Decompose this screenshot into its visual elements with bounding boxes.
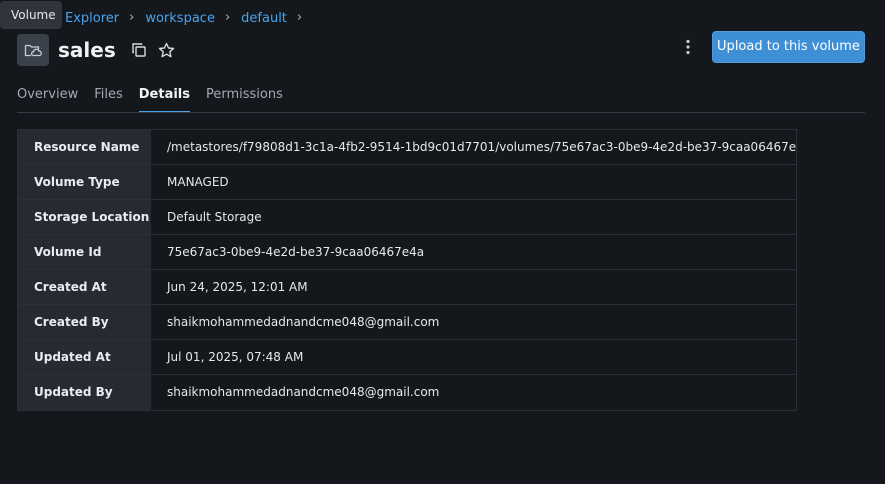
breadcrumb-default[interactable]: default (241, 11, 287, 26)
star-icon[interactable] (156, 39, 178, 61)
volume-tooltip: Volume (0, 1, 62, 29)
details-table: Resource Name /metastores/f79808d1-3c1a-… (17, 129, 797, 411)
detail-value: Jul 01, 2025, 07:48 AM (167, 350, 304, 364)
table-row: Updated At Jul 01, 2025, 07:48 AM (18, 340, 796, 375)
breadcrumb-workspace[interactable]: workspace (145, 11, 215, 26)
detail-value: Default Storage (167, 210, 262, 224)
volume-details-page: Volume Explorer › workspace › default › … (0, 0, 885, 484)
detail-value: /metastores/f79808d1-3c1a-4fb2-9514-1bd9… (167, 140, 796, 154)
breadcrumb-separator: › (296, 10, 303, 25)
tabs-divider (17, 112, 865, 113)
breadcrumb-explorer[interactable]: Explorer (65, 11, 119, 26)
breadcrumb-separator: › (129, 10, 135, 25)
page-title: sales (58, 38, 116, 62)
detail-value: shaikmohammedadnandcme048@gmail.com (167, 315, 440, 329)
tab-overview[interactable]: Overview (17, 86, 78, 113)
detail-key: Updated By (18, 375, 151, 410)
kebab-menu-icon[interactable] (678, 36, 698, 58)
detail-key: Updated At (18, 340, 151, 374)
title-row: sales (17, 33, 178, 67)
table-row: Created At Jun 24, 2025, 12:01 AM (18, 270, 796, 305)
detail-key: Volume Id (18, 235, 151, 269)
table-row: Storage Location Default Storage (18, 200, 796, 235)
tab-details[interactable]: Details (138, 86, 191, 113)
detail-value: MANAGED (167, 175, 229, 189)
table-row: Created By shaikmohammedadnandcme048@gma… (18, 305, 796, 340)
detail-key: Created At (18, 270, 151, 304)
table-row: Volume Type MANAGED (18, 165, 796, 200)
table-row: Volume Id 75e67ac3-0be9-4e2d-be37-9caa06… (18, 235, 796, 270)
detail-value: shaikmohammedadnandcme048@gmail.com (167, 385, 440, 399)
tab-files[interactable]: Files (94, 86, 123, 113)
tab-permissions[interactable]: Permissions (206, 86, 283, 113)
detail-key: Storage Location (18, 200, 151, 234)
detail-key: Resource Name (18, 130, 151, 164)
breadcrumb: Explorer › workspace › default › (65, 9, 313, 27)
breadcrumb-separator: › (224, 10, 231, 25)
detail-value: 75e67ac3-0be9-4e2d-be37-9caa06467e4a (167, 245, 425, 259)
table-row: Updated By shaikmohammedadnandcme048@gma… (18, 375, 796, 410)
detail-key: Created By (18, 305, 151, 339)
folder-cloud-icon[interactable] (17, 34, 49, 66)
detail-key: Volume Type (18, 165, 151, 199)
copy-icon[interactable] (128, 39, 150, 61)
tab-bar: Overview Files Details Permissions (17, 86, 299, 113)
detail-value: Jun 24, 2025, 12:01 AM (167, 280, 308, 294)
table-row: Resource Name /metastores/f79808d1-3c1a-… (18, 130, 796, 165)
upload-to-volume-button[interactable]: Upload to this volume (712, 31, 865, 63)
